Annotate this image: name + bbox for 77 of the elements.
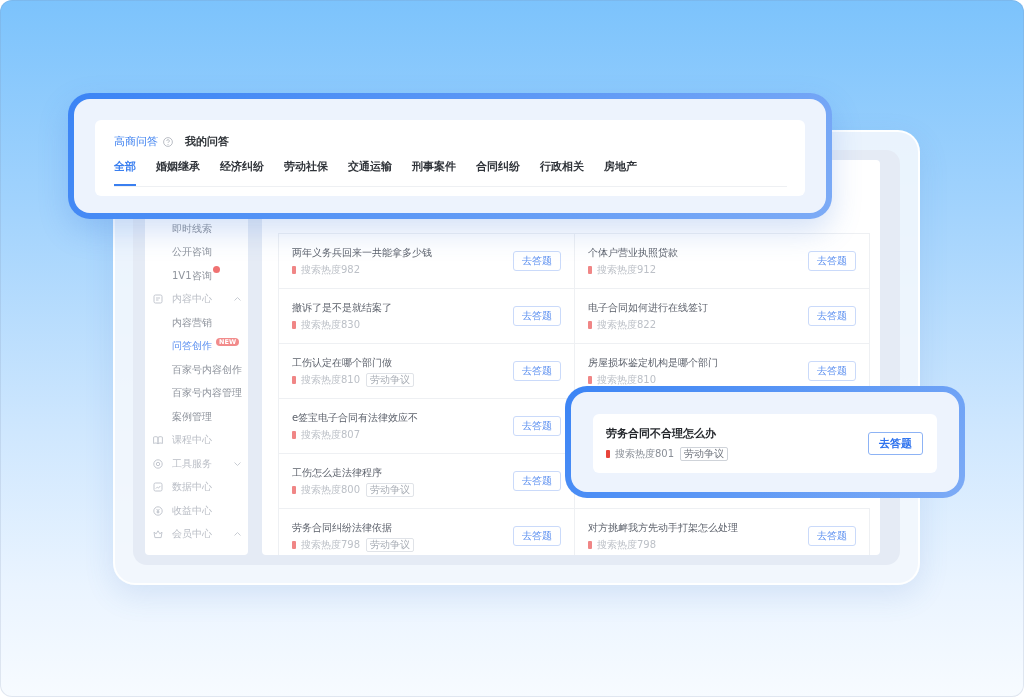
answer-button[interactable]: 去答题 — [513, 306, 561, 326]
heat-marker-icon — [292, 375, 296, 384]
sidebar-section[interactable]: 会员中心 — [153, 526, 241, 543]
category-tab[interactable]: 交通运输 — [348, 160, 392, 186]
answer-button[interactable]: 去答题 — [808, 361, 856, 381]
heat-marker-icon — [588, 320, 592, 329]
category-tab[interactable]: 房地产 — [604, 160, 637, 186]
heat-score: 搜索热度801 — [615, 447, 675, 460]
question-title: 工伤怎么走法律程序 — [292, 465, 382, 479]
answer-button[interactable]: 去答题 — [513, 471, 561, 491]
sidebar-item[interactable]: 1V1咨询 — [172, 267, 220, 284]
question-title: 劳务合同纠纷法律依据 — [292, 520, 392, 534]
heat-marker-icon — [588, 540, 592, 549]
heat-marker-icon — [292, 320, 296, 329]
category-tab[interactable]: 劳动社保 — [284, 160, 328, 186]
heat-marker-icon — [588, 265, 592, 274]
heat-score: 搜索热度810 — [597, 373, 657, 386]
gear-icon — [153, 458, 163, 469]
answer-button[interactable]: 去答题 — [513, 361, 561, 381]
category-tab[interactable]: 行政相关 — [540, 160, 584, 186]
heat-marker-icon — [606, 449, 610, 458]
heat-marker-icon — [292, 265, 296, 274]
category-tab[interactable]: 经济纠纷 — [220, 160, 264, 186]
book-icon — [153, 435, 163, 446]
sidebar-item[interactable]: 案例管理 — [172, 408, 212, 425]
category-tag: 劳动争议 — [366, 372, 415, 387]
category-tab[interactable]: 全部 — [114, 160, 136, 186]
heat-score: 搜索热度912 — [597, 263, 657, 276]
question-title: 电子合同如何进行在线签订 — [588, 300, 708, 314]
question-title: 两年义务兵回来一共能拿多少钱 — [292, 245, 432, 259]
sidebar-item[interactable]: 公开咨询 — [172, 244, 212, 261]
note-icon — [153, 294, 163, 305]
question-title: e签宝电子合同有法律效应不 — [292, 410, 419, 424]
heat-marker-icon — [292, 430, 296, 439]
heat-marker-icon — [292, 485, 296, 494]
answer-button[interactable]: 去答题 — [808, 306, 856, 326]
coin-icon — [153, 505, 163, 516]
heat-score: 搜索热度822 — [597, 318, 657, 331]
question-title: 劳务合同不合理怎么办 — [606, 426, 716, 441]
heat-score: 搜索热度798 — [301, 538, 361, 551]
sidebar-section[interactable]: 数据中心 — [153, 479, 212, 496]
sidebar-section[interactable]: 内容中心 — [153, 291, 241, 308]
qa-tab[interactable]: 高商问答 — [114, 135, 158, 149]
question-title: 工伤认定在哪个部门做 — [292, 355, 392, 369]
answer-button[interactable]: 去答题 — [868, 432, 923, 455]
crown-icon — [153, 529, 163, 540]
category-tab[interactable]: 合同纠纷 — [476, 160, 520, 186]
chart-icon — [153, 482, 163, 493]
sidebar-item[interactable]: 内容营销 — [172, 314, 212, 331]
heat-score: 搜索热度810 — [301, 373, 361, 386]
question-title: 房屋损坏鉴定机构是哪个部门 — [588, 355, 718, 369]
heat-marker-icon — [588, 375, 592, 384]
answer-button[interactable]: 去答题 — [513, 416, 561, 436]
category-tag: 劳动争议 — [680, 446, 729, 461]
category-tab[interactable]: 刑事案件 — [412, 160, 456, 186]
heat-score: 搜索热度798 — [597, 538, 657, 551]
question-title: 对方挑衅我方先动手打架怎么处理 — [588, 520, 738, 534]
category-tag: 劳动争议 — [366, 482, 415, 497]
sidebar-item[interactable]: 百家号内容创作 — [172, 361, 242, 378]
category-tab[interactable]: 婚姻继承 — [156, 160, 200, 186]
answer-button[interactable]: 去答题 — [808, 251, 856, 271]
answer-button[interactable]: 去答题 — [513, 526, 561, 546]
sidebar-item[interactable]: 百家号内容管理 — [172, 385, 242, 402]
heat-score: 搜索热度830 — [301, 318, 361, 331]
answer-button[interactable]: 去答题 — [513, 251, 561, 271]
qa-tab[interactable]: 我的问答 — [185, 135, 229, 149]
sidebar-section[interactable]: 课程中心 — [153, 432, 212, 449]
heat-marker-icon — [292, 540, 296, 549]
sidebar-item[interactable]: 即时线索 — [172, 220, 212, 237]
category-tag: 劳动争议 — [366, 537, 415, 552]
question-title: 个体户营业执照贷款 — [588, 245, 678, 259]
heat-score: 搜索热度800 — [301, 483, 361, 496]
sidebar-section[interactable]: 收益中心 — [153, 502, 212, 519]
heat-score: 搜索热度807 — [301, 428, 361, 441]
answer-button[interactable]: 去答题 — [808, 526, 856, 546]
heat-score: 搜索热度982 — [301, 263, 361, 276]
question-title: 撤诉了是不是就结案了 — [292, 300, 392, 314]
